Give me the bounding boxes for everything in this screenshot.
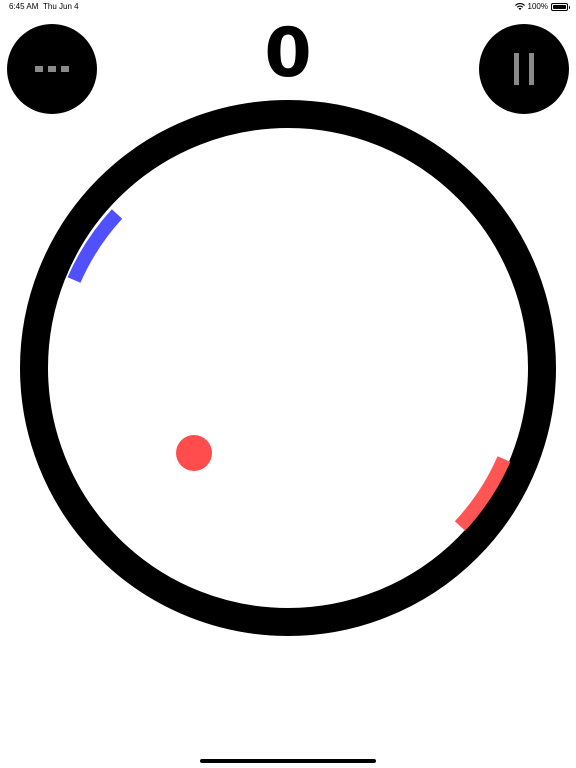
menu-button[interactable] xyxy=(7,24,97,114)
pause-icon xyxy=(514,53,534,85)
ball xyxy=(176,435,212,471)
ellipsis-icon xyxy=(35,66,69,72)
game-board[interactable] xyxy=(0,0,576,768)
home-indicator[interactable] xyxy=(200,759,376,763)
arena-ring xyxy=(20,100,556,636)
pause-button[interactable] xyxy=(479,24,569,114)
